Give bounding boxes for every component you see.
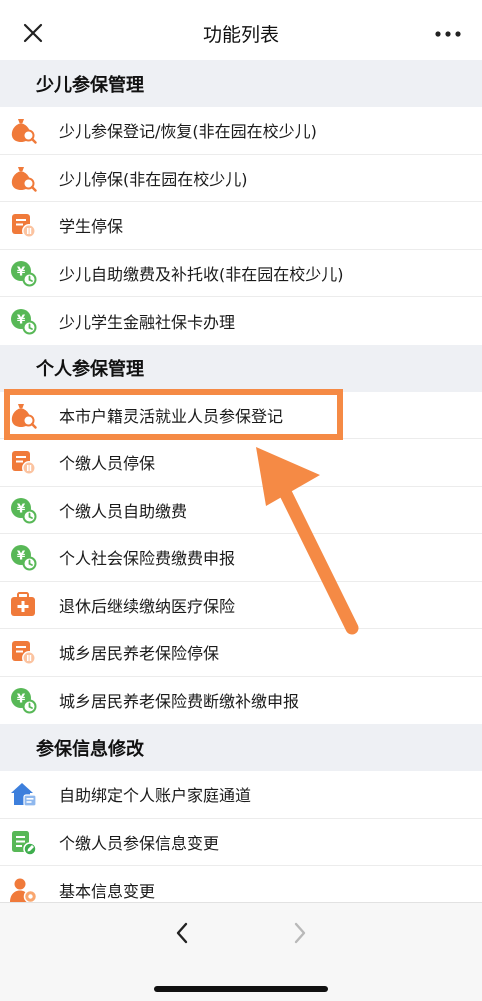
moneybag-search-icon [9, 164, 37, 192]
list-item-label: 城乡居民养老保险费断缴补缴申报 [59, 692, 300, 712]
section-header: 参保信息修改 [0, 724, 482, 771]
list-item[interactable]: 个缴人员停保 [0, 439, 482, 487]
list-item[interactable]: ¥ 城乡居民养老保险费断缴补缴申报 [0, 676, 482, 724]
list-item[interactable]: 少儿停保(非在园在校少儿) [0, 154, 482, 202]
list-item-label: 少儿自助缴费及补托收(非在园在校少儿) [59, 264, 344, 284]
list-item-label: 退休后继续缴纳医疗保险 [59, 596, 236, 616]
list-item[interactable]: 基本信息变更 [0, 866, 482, 902]
list-item-label: 个缴人员自助缴费 [59, 501, 188, 521]
list-item-label: 个缴人员参保信息变更 [59, 833, 220, 853]
section-list: 本市户籍灵活就业人员参保登记 个缴人员停保 ¥ 个缴人员自助缴费 ¥ 个人社会保险费缴费申… [0, 391, 482, 724]
bottom-toolbar [0, 902, 482, 1001]
list-item-label: 个人社会保险费缴费申报 [59, 549, 236, 569]
medical-kit-icon [9, 591, 37, 619]
list-item-label: 少儿停保(非在园在校少儿) [59, 169, 248, 189]
list-item-label: 城乡居民养老保险停保 [59, 644, 220, 664]
coin-payment-icon: ¥ [9, 307, 37, 335]
moneybag-search-icon [9, 116, 37, 144]
list-item-label: 自助绑定个人账户家庭通道 [59, 786, 252, 806]
back-button[interactable] [166, 917, 198, 949]
list-item-label: 基本信息变更 [59, 881, 156, 901]
page-title: 功能列表 [202, 24, 279, 46]
coin-payment-icon: ¥ [9, 543, 37, 571]
section-header: 少儿参保管理 [0, 60, 482, 107]
home-bind-icon [9, 780, 37, 808]
sections-container: 少儿参保管理少儿参保登记/恢复(非在园在校少儿) 少儿停保(非在园在校少儿) 学生停… [0, 60, 482, 902]
list-item[interactable]: 自助绑定个人账户家庭通道 [0, 771, 482, 819]
coin-payment-icon: ¥ [9, 686, 37, 714]
list-item-label: 个缴人员停保 [59, 454, 156, 474]
stop-insurance-icon [9, 448, 37, 476]
list-item[interactable]: 个缴人员参保信息变更 [0, 818, 482, 866]
chevron-right-icon [294, 922, 306, 944]
list-item[interactable]: ¥ 少儿自助缴费及补托收(非在园在校少儿) [0, 249, 482, 297]
top-navbar: 功能列表 [0, 0, 482, 68]
user-settings-icon [9, 876, 37, 902]
stop-insurance-icon [9, 638, 37, 666]
list-item[interactable]: 本市户籍灵活就业人员参保登记 [0, 391, 482, 439]
function-list: 少儿参保管理少儿参保登记/恢复(非在园在校少儿) 少儿停保(非在园在校少儿) 学生停… [0, 60, 482, 902]
list-item-label: 学生停保 [59, 217, 124, 237]
list-item[interactable]: ¥ 少儿学生金融社保卡办理 [0, 297, 482, 345]
coin-payment-icon: ¥ [9, 496, 37, 524]
list-edit-icon [9, 828, 37, 856]
section-list: 自助绑定个人账户家庭通道 个缴人员参保信息变更 基本信息变更 [0, 771, 482, 902]
list-item-label: 本市户籍灵活就业人员参保登记 [59, 406, 284, 426]
list-item-label: 少儿学生金融社保卡办理 [59, 312, 236, 332]
list-item-label: 少儿参保登记/恢复(非在园在校少儿) [59, 122, 317, 142]
section-list: 少儿参保登记/恢复(非在园在校少儿) 少儿停保(非在园在校少儿) 学生停保 ¥ 少儿自助… [0, 107, 482, 345]
list-item[interactable]: 城乡居民养老保险停保 [0, 629, 482, 677]
list-item[interactable]: 学生停保 [0, 202, 482, 250]
forward-button[interactable] [284, 917, 316, 949]
section-header: 个人参保管理 [0, 344, 482, 392]
moneybag-search-icon [9, 401, 37, 429]
more-button[interactable] [432, 20, 464, 48]
list-item[interactable]: ¥ 个缴人员自助缴费 [0, 486, 482, 534]
list-item[interactable]: 退休后继续缴纳医疗保险 [0, 581, 482, 629]
home-indicator [154, 986, 328, 992]
list-item[interactable]: ¥ 个人社会保险费缴费申报 [0, 534, 482, 582]
more-dots-icon [435, 31, 461, 37]
list-item[interactable]: 少儿参保登记/恢复(非在园在校少儿) [0, 107, 482, 155]
coin-payment-icon: ¥ [9, 259, 37, 287]
chevron-left-icon [176, 922, 188, 944]
stop-insurance-icon [9, 211, 37, 239]
